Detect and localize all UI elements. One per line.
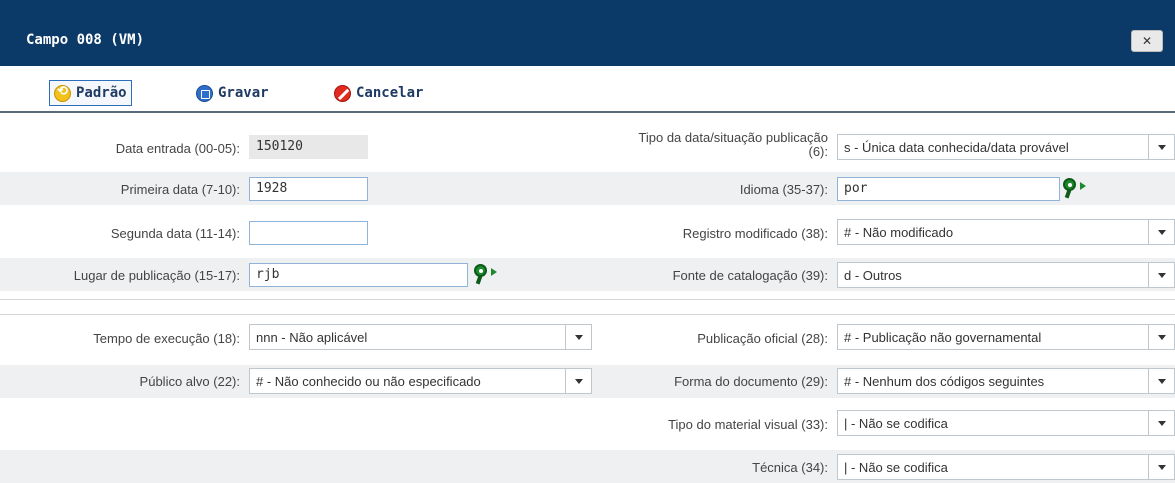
publicacao-oficial-select[interactable]: # - Publicação não governamental (837, 324, 1175, 350)
form-row: Lugar de publicação (15-17): rjb Fonte d… (0, 258, 1175, 291)
form-row: Técnica (34): | - Não se codifica (0, 450, 1175, 483)
form-row: Tempo de execução (18): nnn - Não aplicá… (0, 322, 1175, 355)
forma-documento-label: Forma do documento (29): (674, 374, 828, 389)
chevron-down-icon[interactable] (1148, 263, 1174, 287)
form-row: Primeira data (7-10): 1928 Idioma (35-37… (0, 172, 1175, 205)
chevron-down-icon[interactable] (1148, 411, 1174, 435)
cancel-button-label: Cancelar (356, 85, 424, 101)
section-divider (0, 299, 1175, 300)
tipo-data-label-line1: Tipo da data/situação publicação (638, 130, 828, 145)
fonte-catalogacao-select[interactable]: d - Outros (837, 262, 1175, 288)
chevron-down-icon[interactable] (1148, 220, 1174, 244)
tecnica-label: Técnica (34): (752, 460, 828, 475)
fonte-catalogacao-label: Fonte de catalogação (39): (672, 268, 828, 283)
chevron-down-icon[interactable] (1148, 135, 1174, 159)
idioma-input[interactable]: por (837, 177, 1060, 201)
form-row: Segunda data (11-14): Registro modificad… (0, 217, 1175, 250)
registro-modificado-value: # - Não modificado (844, 225, 954, 240)
section-divider (0, 314, 1175, 315)
save-button-label: Gravar (218, 85, 269, 101)
lookup-icon[interactable] (1063, 177, 1086, 199)
fonte-catalogacao-value: d - Outros (844, 268, 902, 283)
refresh-icon (54, 84, 71, 102)
cancel-icon (334, 84, 351, 102)
registro-modificado-select[interactable]: # - Não modificado (837, 219, 1175, 245)
form-row: Público alvo (22): # - Não conhecido ou … (0, 365, 1175, 398)
publicacao-oficial-label: Publicação oficial (28): (697, 331, 828, 346)
cancel-button[interactable]: Cancelar (330, 80, 427, 106)
save-icon (196, 84, 213, 102)
tipo-material-visual-select[interactable]: | - Não se codifica (837, 410, 1175, 436)
tipo-material-visual-value: | - Não se codifica (844, 416, 948, 431)
forma-documento-select[interactable]: # - Nenhum dos códigos seguintes (837, 368, 1175, 394)
save-button[interactable]: Gravar (192, 80, 273, 106)
dialog-titlebar: Campo 008 (VM) ✕ (0, 0, 1175, 66)
tipo-data-label: Tipo da data/situação publicação (6): (0, 131, 828, 159)
close-button[interactable]: ✕ (1131, 30, 1163, 52)
chevron-down-icon[interactable] (1148, 369, 1174, 393)
default-button[interactable]: Padrão (49, 80, 132, 106)
publicacao-oficial-value: # - Publicação não governamental (844, 330, 1042, 345)
chevron-down-icon[interactable] (1148, 455, 1174, 479)
form-row: Data entrada (00-05): 150120 Tipo da dat… (0, 131, 1175, 164)
form-row: Tipo do material visual (33): | - Não se… (0, 408, 1175, 441)
default-button-label: Padrão (76, 85, 127, 101)
tipo-data-label-line2: (6): (808, 144, 829, 159)
dialog-title: Campo 008 (VM) (26, 32, 145, 48)
chevron-down-icon[interactable] (1148, 325, 1174, 349)
tipo-data-select[interactable]: s - Única data conhecida/data provável (837, 134, 1175, 160)
idioma-label: Idioma (35-37): (739, 182, 828, 197)
tecnica-value: | - Não se codifica (844, 460, 948, 475)
toolbar: Padrão Gravar Cancelar (0, 66, 1175, 113)
tecnica-select[interactable]: | - Não se codifica (837, 454, 1175, 480)
tipo-material-visual-label: Tipo do material visual (33): (668, 417, 828, 432)
forma-documento-value: # - Nenhum dos códigos seguintes (844, 374, 1045, 389)
tipo-data-value: s - Única data conhecida/data provável (844, 140, 1069, 155)
registro-modificado-label: Registro modificado (38): (682, 226, 828, 241)
